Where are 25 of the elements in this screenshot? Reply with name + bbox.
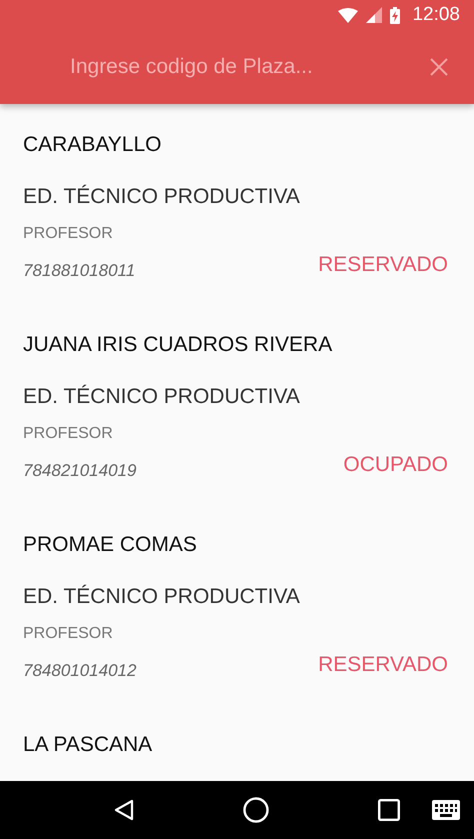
recents-icon[interactable] [378,799,400,821]
level-label: ED. TÉCNICO PRODUCTIVA [23,185,301,209]
role-label: PROFESOR [23,225,114,243]
role-label: PROFESOR [23,425,114,443]
code-number: 784821014019 [23,461,136,481]
place-name: JUANA IRIS CUADROS RIVERA [23,333,334,357]
place-name: PROMAE COMAS [23,533,198,557]
signal-icon [366,7,382,23]
status-label: OCUPADO [343,453,448,477]
battery-charging-icon [390,6,400,24]
search-field[interactable]: Ingrese codigo de Plaza... [70,51,418,83]
role-label: PROFESOR [23,625,114,643]
level-label: ED. TÉCNICO PRODUCTIVA [23,385,301,409]
clock-time: 12:08 [412,4,460,26]
code-number: 781881018011 [23,261,136,281]
keyboard-icon[interactable] [432,800,460,820]
wifi-icon [338,8,358,22]
place-name: LA PASCANA [23,733,154,757]
back-icon[interactable] [114,799,134,821]
status-label: RESERVADO [318,253,448,277]
place-name: CARABAYLLO [23,133,162,157]
home-icon[interactable] [242,797,269,823]
status-label: RESERVADO [318,653,448,677]
level-label: ED. TÉCNICO PRODUCTIVA [23,585,301,609]
code-number: 784801014012 [23,661,136,681]
